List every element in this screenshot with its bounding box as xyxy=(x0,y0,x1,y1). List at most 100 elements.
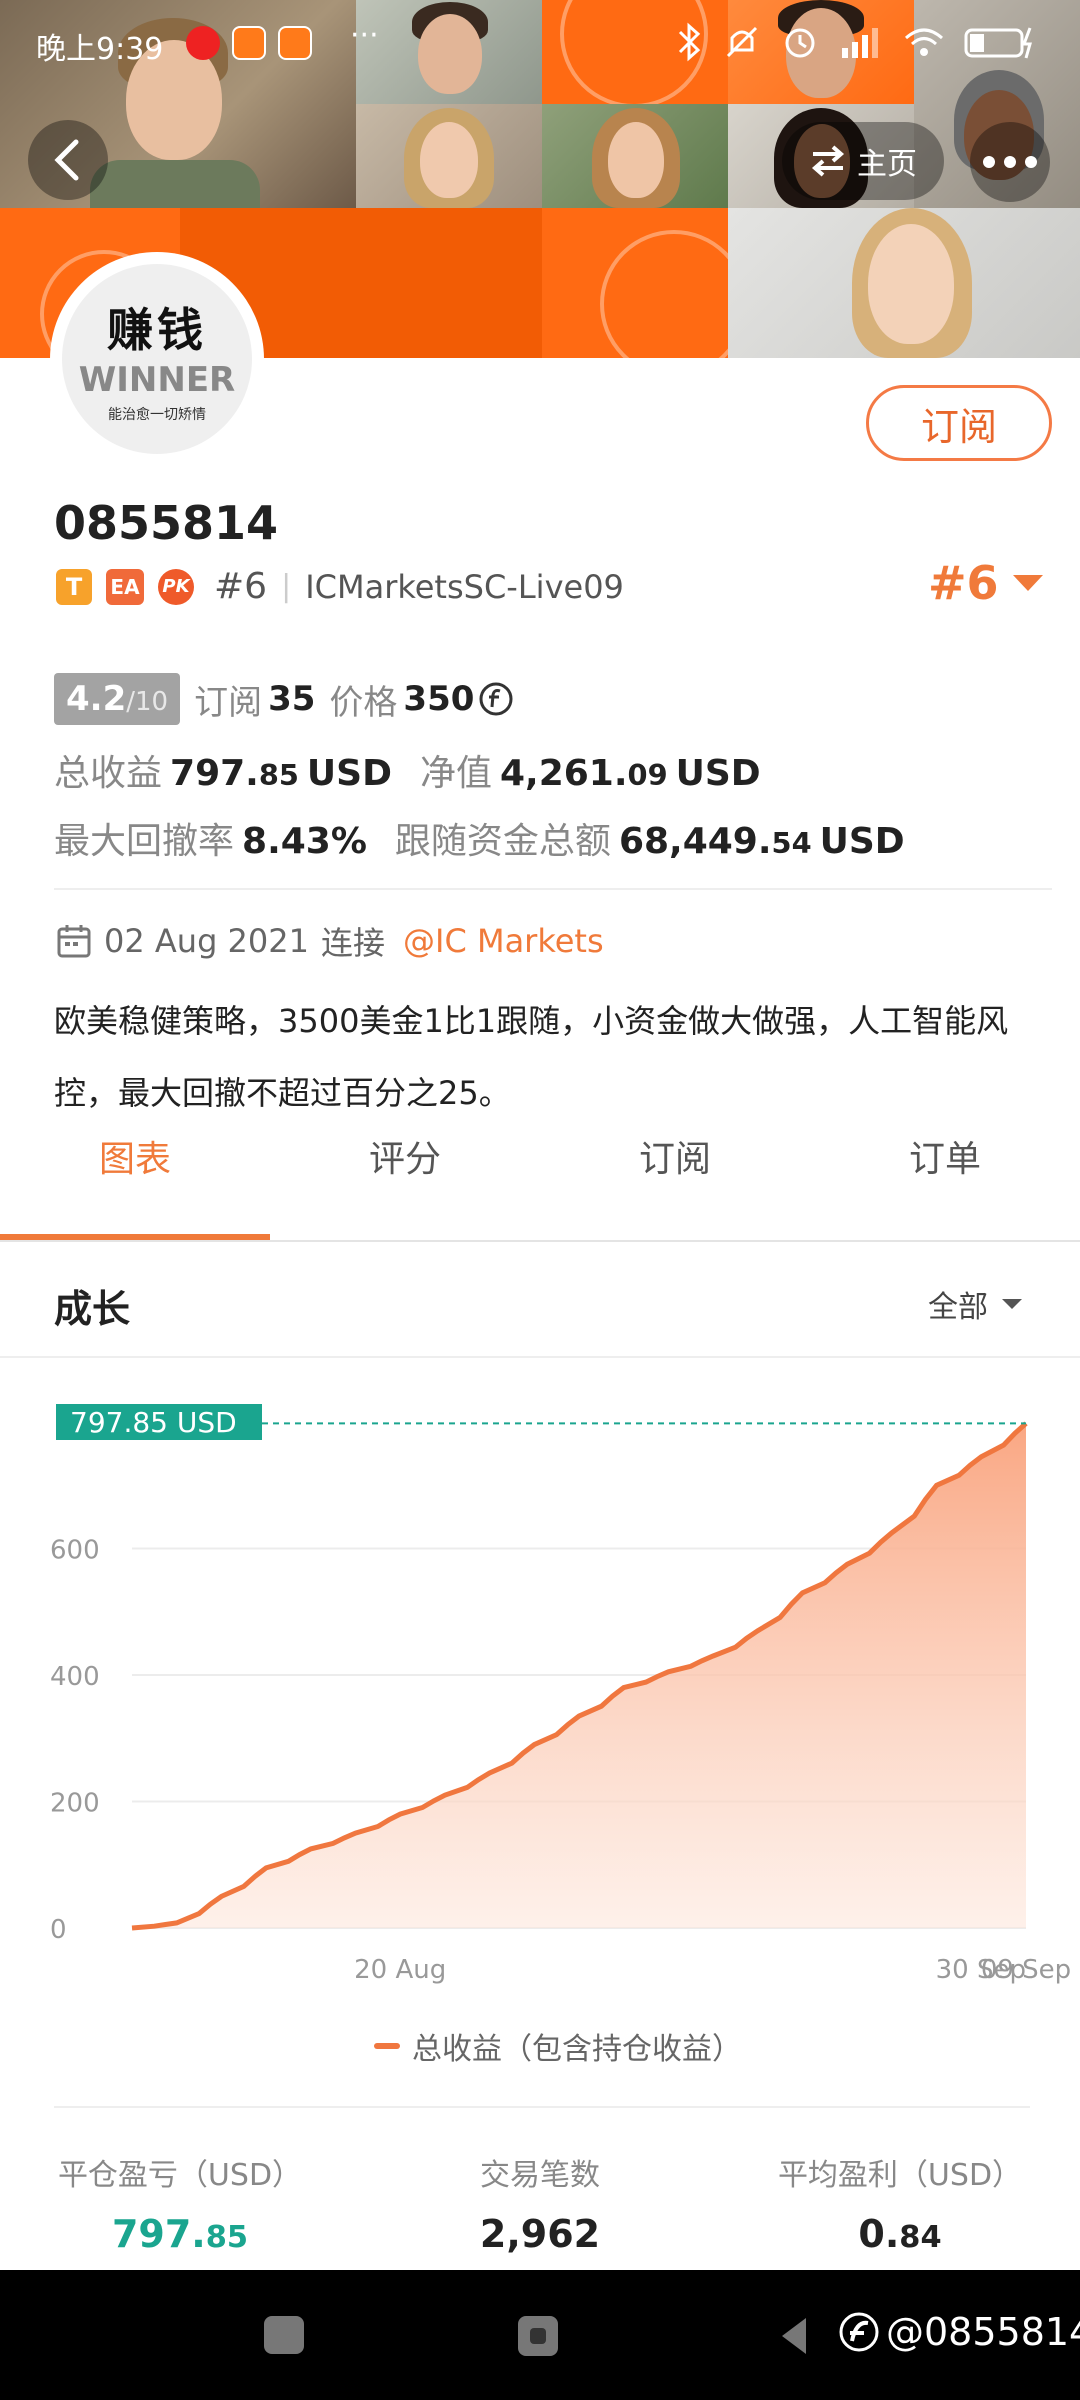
subscribe-button[interactable]: 订阅 xyxy=(866,385,1052,461)
total-profit-label: 总收益 xyxy=(54,753,163,794)
alarm-icon xyxy=(785,28,815,58)
caret-down-icon xyxy=(1002,1299,1022,1309)
equity-int: 4,261. xyxy=(499,753,628,794)
mute-icon xyxy=(726,26,758,58)
coin-icon xyxy=(479,682,513,716)
rating-row: 4.2/10 订阅 35 价格 350 xyxy=(54,673,514,725)
avatar: 赚钱 WINNER 能治愈一切矫情 xyxy=(56,258,258,460)
menu-nav-icon[interactable] xyxy=(264,2316,304,2354)
calendar-icon xyxy=(57,925,91,958)
avatar-line1: 赚钱 xyxy=(107,303,207,357)
back-nav-icon[interactable] xyxy=(776,2314,812,2358)
section-title: 成长 xyxy=(54,1287,131,1331)
drawdown-label: 最大回撤率 xyxy=(54,821,235,862)
back-button[interactable] xyxy=(28,120,108,200)
divider xyxy=(54,888,1052,890)
divider: | xyxy=(281,569,292,604)
subscribe-count-label: 订阅 xyxy=(194,682,263,723)
signal-hd-icon xyxy=(842,28,878,58)
price-label: 价格 xyxy=(329,682,398,723)
equity-label: 净值 xyxy=(419,753,492,794)
status-time: 晚上9:39 xyxy=(36,32,164,67)
back-arrow-icon xyxy=(54,139,79,181)
netease-music-icon xyxy=(186,26,220,60)
trades-value: 2,962 xyxy=(479,2212,601,2256)
legend-swatch xyxy=(374,2043,400,2049)
y-tick-label: 400 xyxy=(50,1662,100,1692)
connect-label: 连接 xyxy=(320,924,385,962)
broker-link[interactable]: @IC Markets xyxy=(403,922,604,960)
badges-row: T EA PK #6 | ICMarketsSC-Live09 xyxy=(56,566,624,607)
watermark-text: @0855814 xyxy=(886,2310,1080,2354)
banner-tile xyxy=(356,208,542,358)
range-filter[interactable]: 全部 xyxy=(928,1282,1024,1326)
status-notification-icons xyxy=(186,26,312,60)
divider xyxy=(54,2106,1030,2108)
status-more-dots: ··· xyxy=(350,18,379,53)
rank-inline: #6 xyxy=(214,566,268,607)
strategy-description: 欧美稳健策略，3500美金1比1跟随，小资金做大做强，人工智能风控，最大回撤不超… xyxy=(54,1002,1009,1112)
total-profit-dec: 85 xyxy=(258,758,299,792)
closed-pnl-label: 平仓盈亏（USD） xyxy=(57,2158,303,2193)
banner-photo xyxy=(542,104,728,208)
connect-date: 02 Aug 2021 xyxy=(104,922,309,960)
follow-funds-unit: USD xyxy=(819,821,905,862)
closed-pnl-dec: 85 xyxy=(205,2220,249,2255)
watermark: @0855814 xyxy=(838,2310,1080,2354)
total-profit-unit: USD xyxy=(306,753,392,794)
banner-photo xyxy=(728,208,1080,358)
y-tick-label: 600 xyxy=(50,1536,100,1566)
tab-chart[interactable]: 图表 xyxy=(0,1130,270,1182)
y-tick-label: 0 xyxy=(50,1915,67,1945)
avg-profit-stat: 平均盈利（USD） 0.84 xyxy=(720,2150,1080,2256)
home-label: 主页 xyxy=(857,147,917,182)
avg-profit-label: 平均盈利（USD） xyxy=(777,2158,1023,2193)
profit-row: 总收益 797.85 USD 净值 4,261.09 USD xyxy=(54,744,761,796)
x-tick-label: 30 Sep xyxy=(936,1955,1026,1985)
divider xyxy=(0,1240,1080,1242)
banner-photo xyxy=(356,0,542,104)
equity-dec: 09 xyxy=(627,758,668,792)
connect-row: 02 Aug 2021 连接 @IC Markets xyxy=(56,918,604,964)
pk-badge: PK xyxy=(158,568,194,605)
subscribe-count: 35 xyxy=(268,679,316,719)
t-badge: T xyxy=(56,568,92,605)
rating-value: 4.2 xyxy=(66,679,127,719)
drawdown-row: 最大回撤率 8.43% 跟随资金总额 68,449.54 USD xyxy=(54,812,905,864)
current-value-label: 797.85 USD xyxy=(70,1406,237,1439)
tab-rating[interactable]: 评分 xyxy=(270,1130,540,1182)
tab-orders[interactable]: 订单 xyxy=(810,1130,1080,1182)
switch-arrows-icon xyxy=(811,145,845,177)
app-logo-icon xyxy=(839,2312,879,2352)
rank-dropdown[interactable]: #6 xyxy=(928,556,1045,610)
home-button[interactable]: 主页 xyxy=(782,122,944,200)
x-tick-label: 20 Aug xyxy=(354,1955,446,1985)
divider xyxy=(0,1356,1080,1358)
system-nav-bar: @0855814 xyxy=(0,2270,1080,2400)
rating-max: /10 xyxy=(126,687,169,717)
trades-stat: 交易笔数 2,962 xyxy=(360,2150,720,2256)
trades-label: 交易笔数 xyxy=(480,2158,600,2193)
bluetooth-icon xyxy=(678,22,701,62)
avatar-line2: WINNER xyxy=(78,360,236,400)
total-profit-int: 797. xyxy=(170,753,259,794)
legend-label: 总收益（包含持仓收益） xyxy=(412,2032,742,2067)
avg-profit-int: 0. xyxy=(858,2212,900,2256)
tab-subscribe[interactable]: 订阅 xyxy=(540,1130,810,1182)
avatar-logo: 赚钱 WINNER 能治愈一切矫情 xyxy=(62,264,252,454)
trader-name: 0855814 xyxy=(54,496,279,550)
equity-unit: USD xyxy=(675,753,761,794)
more-button[interactable] xyxy=(970,122,1050,202)
chart-legend: 总收益（包含持仓收益） xyxy=(374,2024,742,2068)
rating-badge: 4.2/10 xyxy=(54,673,181,725)
home-nav-icon[interactable] xyxy=(518,2316,558,2356)
follow-funds-label: 跟随资金总额 xyxy=(394,821,611,862)
follow-funds-dec: 54 xyxy=(771,826,812,860)
follow-funds-int: 68,449. xyxy=(618,821,772,862)
y-tick-label: 200 xyxy=(50,1789,100,1819)
banner-photo xyxy=(356,104,542,208)
status-system-icons xyxy=(676,22,1038,62)
growth-chart: 0200400600 20 Aug 09 Sep30 Sep 797.85 USD xyxy=(50,1404,1071,1985)
taobao-icon xyxy=(232,26,266,60)
wifi-icon xyxy=(905,28,943,56)
